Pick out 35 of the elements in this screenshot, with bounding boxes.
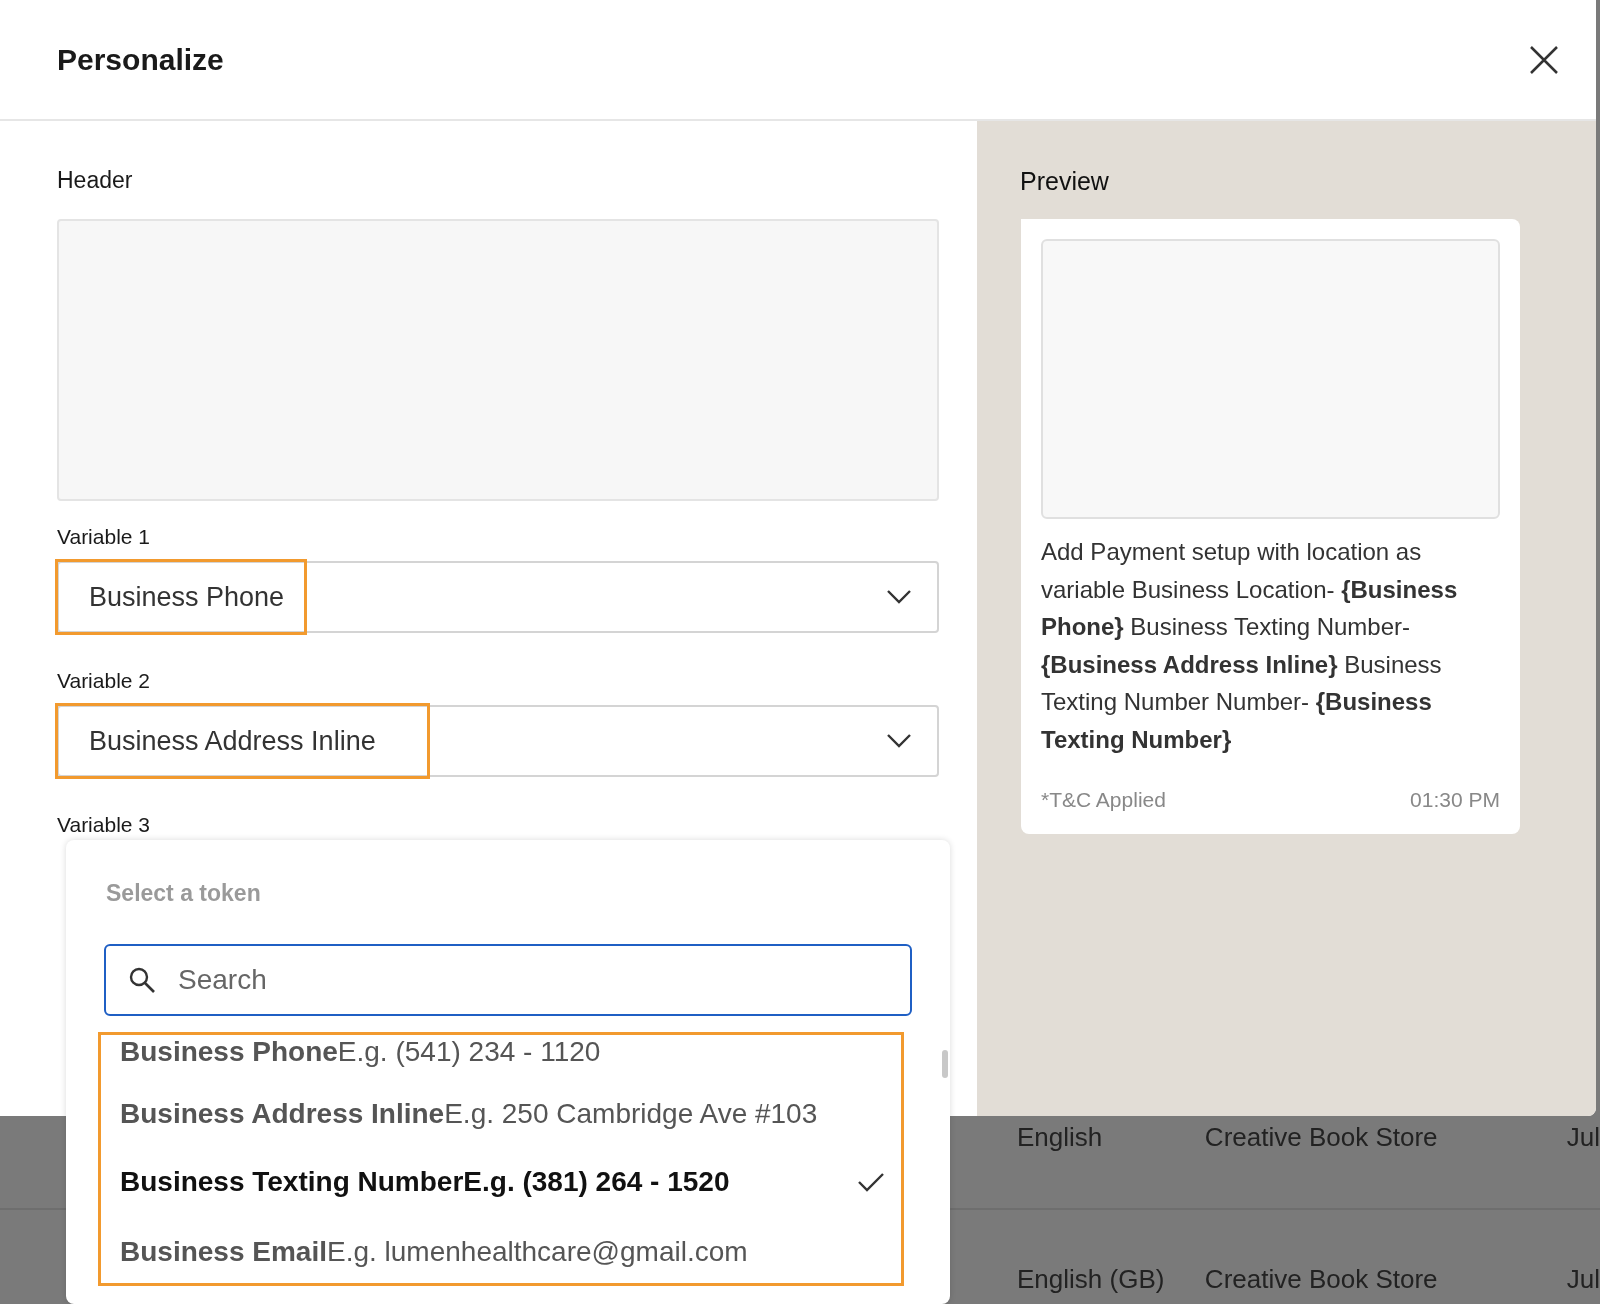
close-icon <box>1529 44 1559 75</box>
chevron-down-icon <box>887 734 911 748</box>
select-value: Business Phone <box>89 580 285 614</box>
checkmark-icon <box>858 1172 884 1192</box>
select-field[interactable]: Business Phone <box>57 561 939 633</box>
table-cell-text: English <box>1017 1121 1104 1154</box>
table-cell-text: Jul <box>1566 1263 1600 1296</box>
token-option[interactable]: Business Address InlineE.g. 250 Cambridge Ave #103 <box>120 1094 884 1134</box>
scrollbar-thumb[interactable] <box>942 1050 948 1078</box>
dialog-title: Personalize <box>57 42 224 78</box>
section-label: Header <box>57 166 134 195</box>
footer-text: *T&C Applied <box>1041 787 1166 813</box>
select-field[interactable]: Business Address Inline <box>57 705 939 777</box>
chevron-down-icon <box>887 590 911 604</box>
token-option[interactable]: Business EmailE.g. lumenhealthcare@gmail.com <box>120 1232 884 1272</box>
option-text: Business Texting NumberE.g. (381) 264 - 1520 <box>120 1165 730 1199</box>
option-text: Business Address InlineE.g. 250 Cambridge Ave #103 <box>120 1097 818 1131</box>
search-field[interactable]: Search <box>104 944 912 1016</box>
message-text: Add Payment setup with location as variable Business Location- {Business Phone} Business Texting Number- {Business Address Inline} Business Texting Number Number- {Business Texting Number} <box>1041 537 1459 755</box>
header-media-box[interactable] <box>57 219 939 501</box>
table-cell-text: Creative Book Store <box>1204 1263 1439 1296</box>
table-cell-text: Creative Book Store <box>1204 1121 1439 1154</box>
table-cell-text: English (GB) <box>1017 1263 1166 1296</box>
token-option[interactable]: Business Texting NumberE.g. (381) 264 - 1520 <box>120 1162 884 1202</box>
field-label: Variable 1 <box>57 524 151 550</box>
field-label: Variable 3 <box>57 812 151 838</box>
field-label: Variable 2 <box>57 668 151 694</box>
timestamp: 01:30 PM <box>1410 787 1500 813</box>
table-cell-text: Jul <box>1566 1121 1600 1154</box>
section-label: Preview <box>1020 166 1110 197</box>
dropdown-title: Select a token <box>105 879 262 908</box>
option-text: Business PhoneE.g. (541) 234 - 1120 <box>120 1035 601 1069</box>
option-text: Business EmailE.g. lumenhealthcare@gmail.com <box>120 1235 748 1269</box>
select-value: Business Address Inline <box>89 724 376 758</box>
search-icon <box>128 966 156 994</box>
